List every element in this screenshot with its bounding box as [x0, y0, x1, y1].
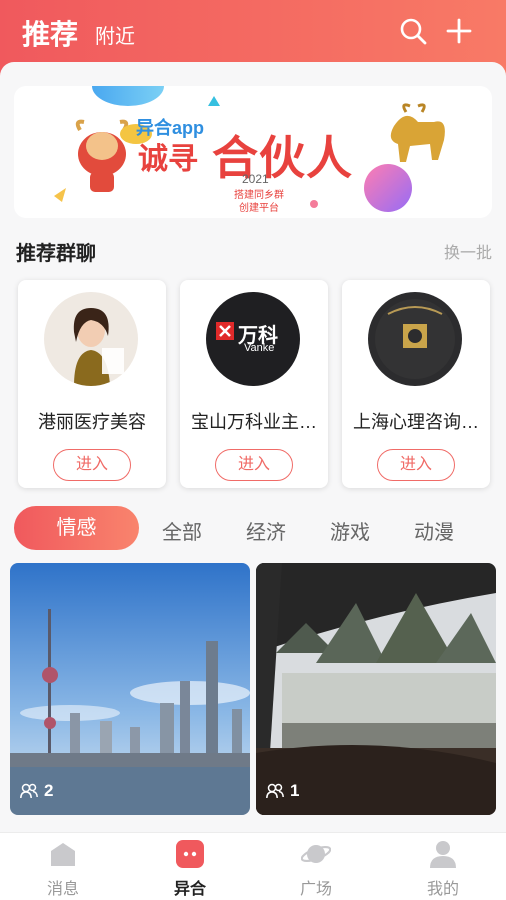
vanke-logo-sub: Vanke	[244, 342, 275, 354]
group-card[interactable]: 上海心理咨询… 进入	[342, 280, 490, 488]
category-tab[interactable]: 全部	[162, 516, 202, 545]
feed-image-skyline	[10, 563, 250, 815]
nav-yihe[interactable]: 异合	[150, 833, 230, 900]
nav-messages[interactable]: 消息	[23, 833, 103, 900]
group-name: 港丽医疗美容	[38, 412, 146, 432]
group-card[interactable]: 万科 Vanke 宝山万科业主… 进入	[180, 280, 328, 488]
nav-profile[interactable]: 我的	[403, 833, 483, 900]
group-avatar	[44, 292, 138, 386]
nav-label: 我的	[426, 881, 459, 898]
promo-banner[interactable]: 异合app 诚寻 合伙人 2021 搭建同乡群 创建平台	[14, 86, 492, 218]
home-icon	[51, 843, 75, 866]
member-count-value: 1	[290, 781, 300, 800]
tab-nearby[interactable]: 附近	[95, 20, 135, 49]
member-count: 2	[20, 781, 53, 801]
nav-plaza[interactable]: 广场	[276, 833, 356, 900]
add-icon[interactable]	[444, 16, 474, 46]
category-tab[interactable]: 游戏	[330, 516, 370, 545]
members-icon	[266, 783, 284, 799]
search-icon[interactable]	[398, 16, 428, 46]
person-icon	[430, 841, 456, 868]
group-name: 宝山万科业主…	[191, 412, 317, 432]
group-name: 上海心理咨询…	[353, 412, 479, 432]
banner-subline-2: 创建平台	[239, 203, 279, 214]
category-tab-active[interactable]: 情感	[14, 506, 139, 550]
section-title-recommend-groups: 推荐群聊	[16, 243, 96, 265]
group-avatar: 万科 Vanke	[206, 292, 300, 386]
feed-card[interactable]: 1	[256, 563, 496, 815]
member-count-value: 2	[44, 781, 54, 800]
enter-group-button[interactable]: 进入	[53, 449, 131, 481]
category-tab[interactable]: 动漫	[414, 516, 454, 545]
bottom-navigation: 消息 异合 广场 我的	[0, 832, 506, 900]
group-avatar	[368, 292, 462, 386]
category-tab[interactable]: 经济	[246, 516, 286, 545]
banner-headline-prefix: 诚寻	[138, 143, 198, 176]
planet-icon	[301, 845, 331, 863]
banner-headline: 合伙人	[212, 132, 353, 184]
members-icon	[20, 783, 38, 799]
member-count: 1	[266, 781, 299, 801]
ox-statue-right	[390, 103, 445, 162]
chat-bubble-icon	[176, 840, 204, 868]
tab-recommend[interactable]: 推荐	[22, 13, 78, 53]
nav-label: 消息	[46, 881, 79, 898]
enter-group-button[interactable]: 进入	[215, 449, 293, 481]
nav-label: 异合	[173, 881, 206, 898]
feed-card[interactable]: 2	[10, 563, 250, 815]
feed-image-snow	[256, 563, 496, 815]
banner-year: 2021	[242, 172, 269, 186]
enter-group-button[interactable]: 进入	[377, 449, 455, 481]
group-card[interactable]: 港丽医疗美容 进入	[18, 280, 166, 488]
nav-label: 广场	[299, 881, 332, 898]
refresh-groups-button[interactable]: 换一批	[444, 239, 492, 263]
